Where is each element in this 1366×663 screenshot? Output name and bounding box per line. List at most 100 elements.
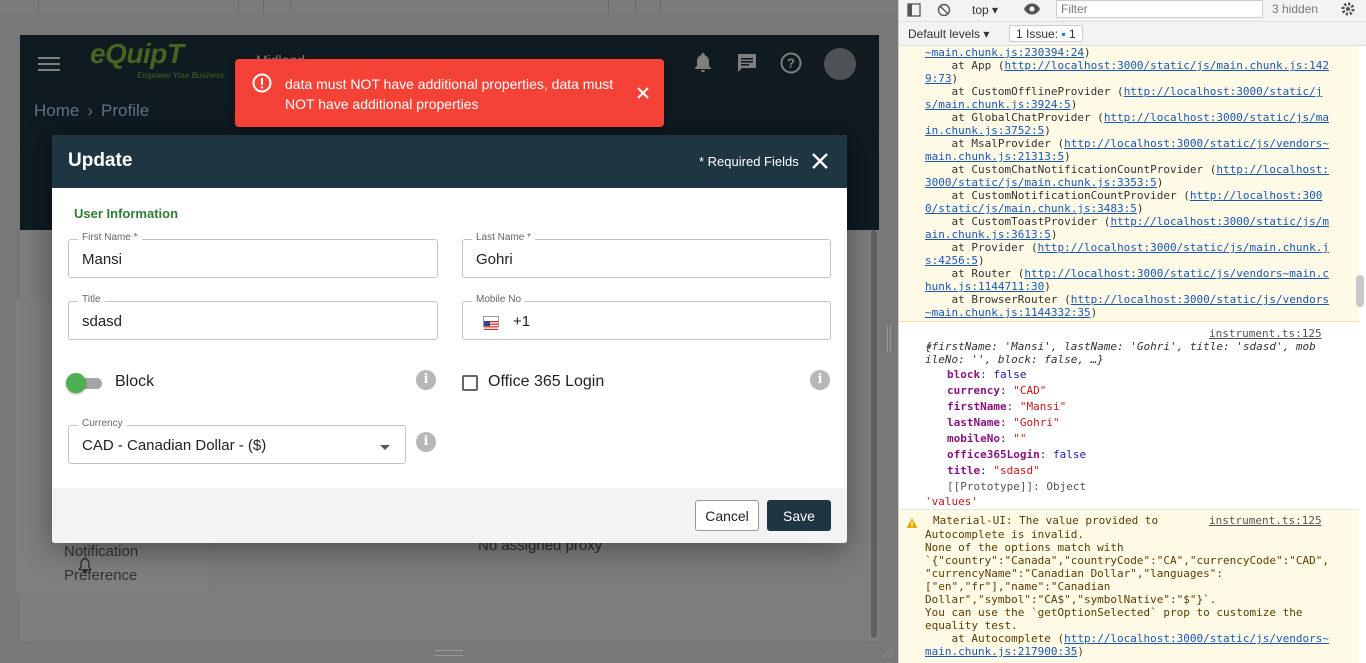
warning-line: "currencyName":"Canadian Dollar","langua…	[925, 567, 1224, 580]
object-prop: block: false	[947, 368, 1027, 381]
section-title: User Information	[74, 206, 179, 221]
save-button[interactable]: Save	[767, 500, 831, 531]
block-info-icon[interactable]: i	[416, 370, 436, 390]
currency-value: CAD - Canadian Dollar - ($)	[82, 437, 267, 454]
levels-label: Default levels	[908, 27, 981, 41]
expand-arrow-icon[interactable]: ▼	[927, 342, 932, 351]
close-icon[interactable]	[810, 151, 830, 171]
prototype-row[interactable]: [[Prototype]]: Object	[947, 480, 1366, 493]
last-name-label: Last Name *	[472, 232, 536, 243]
warning-line: Dollar","symbol":"CA$","symbolNative":"$…	[925, 593, 1217, 606]
first-name-value: Mansi	[82, 251, 123, 268]
warning-line: `{"country":"Canada","countryCode":"CA",…	[925, 554, 1329, 567]
stack-line: at App (http://localhost:3000/static/js/…	[925, 59, 1329, 72]
stack-line: at BrowserRouter (http://localhost:3000/…	[925, 293, 1329, 306]
stack-line: at Provider (http://localhost:3000/stati…	[925, 241, 1329, 254]
block-label: Block	[115, 373, 155, 390]
office365-checkbox[interactable]	[462, 375, 478, 391]
warning-line: Autocomplete is invalid.	[925, 528, 1084, 541]
error-circle-icon	[252, 73, 272, 93]
stack-line: ~main.chunk.js:1144332:35)	[925, 306, 1098, 319]
devtools-toolbar: top ▾ Filter 3 hidden	[899, 0, 1366, 22]
last-name-value: Gohri	[476, 251, 513, 268]
resize-grip-icon[interactable]	[882, 645, 894, 658]
warning-log-block: instrument.ts:125 Material-UI: The value…	[899, 510, 1359, 663]
issues-count: 1	[1068, 27, 1076, 41]
levels-select[interactable]: Default levels ▾	[908, 27, 989, 41]
panel-splitter[interactable]	[887, 325, 891, 353]
issues-label: 1 Issue:	[1016, 27, 1059, 41]
toast-close-icon[interactable]	[636, 86, 650, 100]
title-value: sdasd	[82, 313, 123, 330]
devtools-levels-bar: Default levels ▾ 1 Issue: ▪ 1	[899, 22, 1366, 46]
stack-line: 3000/static/js/main.chunk.js:3353:5)	[925, 176, 1164, 189]
sidebar-toggle-icon[interactable]	[907, 3, 923, 18]
stack-line: 0/static/js/main.chunk.js:3483:5)	[925, 202, 1144, 215]
dialog-header: Update * Required Fields	[52, 135, 847, 188]
currency-label: Currency	[78, 418, 127, 429]
office365-info-icon[interactable]: i	[810, 370, 830, 390]
stack-line: at GlobalChatProvider (http://localhost:…	[925, 111, 1329, 124]
context-label: top	[972, 3, 989, 17]
warning-line: You can use the `getOptionSelected` prop…	[925, 606, 1303, 619]
warning-line: ["en","fr"],"name":"Canadian	[925, 580, 1111, 593]
stack-line: 9:73)	[925, 72, 959, 85]
devtools-scrollbar[interactable]	[1356, 275, 1364, 307]
dialog-footer: Cancel Save	[52, 488, 847, 543]
warning-line: Material-UI: The value provided to	[933, 514, 1159, 527]
object-summary[interactable]: {firstName: 'Mansi', lastName: 'Gohri', …	[925, 340, 1316, 366]
chevron-down-icon[interactable]	[380, 445, 390, 450]
values-line: 'values'	[925, 495, 978, 508]
mobile-no-label: Mobile No	[472, 294, 526, 305]
us-flag-icon[interactable]	[483, 316, 499, 330]
error-toast: data must NOT have additional properties…	[235, 59, 664, 127]
stack-line: main.chunk.js:21313:5)	[925, 150, 1071, 163]
hidden-count: 3 hidden	[1272, 2, 1319, 16]
currency-info-icon[interactable]: i	[416, 432, 436, 452]
object-prop: office365Login: false	[947, 448, 1087, 461]
clear-console-icon[interactable]	[937, 3, 953, 19]
issues-button[interactable]: 1 Issue: ▪ 1	[1009, 25, 1083, 42]
object-log-block: instrument.ts:125 {firstName: 'Mansi', l…	[899, 322, 1359, 510]
stack-line: at Router (http://localhost:3000/static/…	[925, 267, 1329, 280]
object-prop: firstName: "Mansi"	[947, 400, 1067, 413]
dialog-title: Update	[68, 150, 133, 171]
resize-handle[interactable]	[435, 650, 463, 656]
stack-line: hunk.js:1144711:30)	[925, 280, 1051, 293]
office365-label: Office 365 Login	[488, 373, 605, 390]
object-summary-line-2: ileNo: '', block: false, …}	[925, 353, 1104, 367]
console-filter-input[interactable]: Filter	[1056, 0, 1263, 18]
first-name-label: First Name *	[78, 232, 142, 243]
mobile-no-field[interactable]: Mobile No +1	[462, 294, 831, 340]
warning-line: main.chunk.js:217900:35)	[925, 645, 1084, 658]
issue-message-icon: ▪	[1061, 27, 1066, 41]
first-name-field[interactable]: First Name * Mansi	[68, 232, 438, 278]
object-prop: mobileNo: ""	[947, 432, 1027, 445]
update-dialog: Update * Required Fields User Informatio…	[52, 135, 847, 543]
toast-message: data must NOT have additional properties…	[285, 76, 614, 112]
stack-line: s:4256:5)	[925, 254, 985, 267]
object-prop: currency: "CAD"	[947, 384, 1047, 397]
object-prop: lastName: "Gohri"	[947, 416, 1060, 429]
cancel-button[interactable]: Cancel	[695, 500, 759, 531]
stack-line: in.chunk.js:3752:5)	[925, 124, 1051, 137]
log-source-link[interactable]: instrument.ts:125	[1209, 327, 1322, 340]
stack-line: at CustomOfflineProvider (http://localho…	[925, 85, 1323, 98]
last-name-field[interactable]: Last Name * Gohri	[462, 232, 831, 278]
required-fields-note: * Required Fields	[699, 154, 799, 169]
object-prop: title: "sdasd"	[947, 464, 1040, 477]
stack-line: at MsalProvider (http://localhost:3000/s…	[925, 137, 1329, 150]
gear-icon[interactable]	[1340, 1, 1358, 19]
currency-select[interactable]: Currency CAD - Canadian Dollar - ($)	[68, 418, 406, 464]
stack-line: ain.chunk.js:3613:5)	[925, 228, 1058, 241]
title-label: Title	[78, 294, 105, 305]
stack-line: ~main.chunk.js:230394:24)	[925, 46, 1091, 59]
warning-icon	[906, 514, 918, 528]
context-select[interactable]: top ▾	[972, 3, 998, 17]
block-toggle[interactable]	[66, 373, 104, 393]
eye-icon[interactable]	[1023, 2, 1043, 18]
app-viewport: eQuipT Empower Your Business Midland ? H…	[0, 0, 898, 663]
warning-line: at Autocomplete (http://localhost:3000/s…	[925, 632, 1329, 645]
title-field[interactable]: Title sdasd	[68, 294, 438, 340]
warning-line: equality test.	[925, 619, 1018, 632]
